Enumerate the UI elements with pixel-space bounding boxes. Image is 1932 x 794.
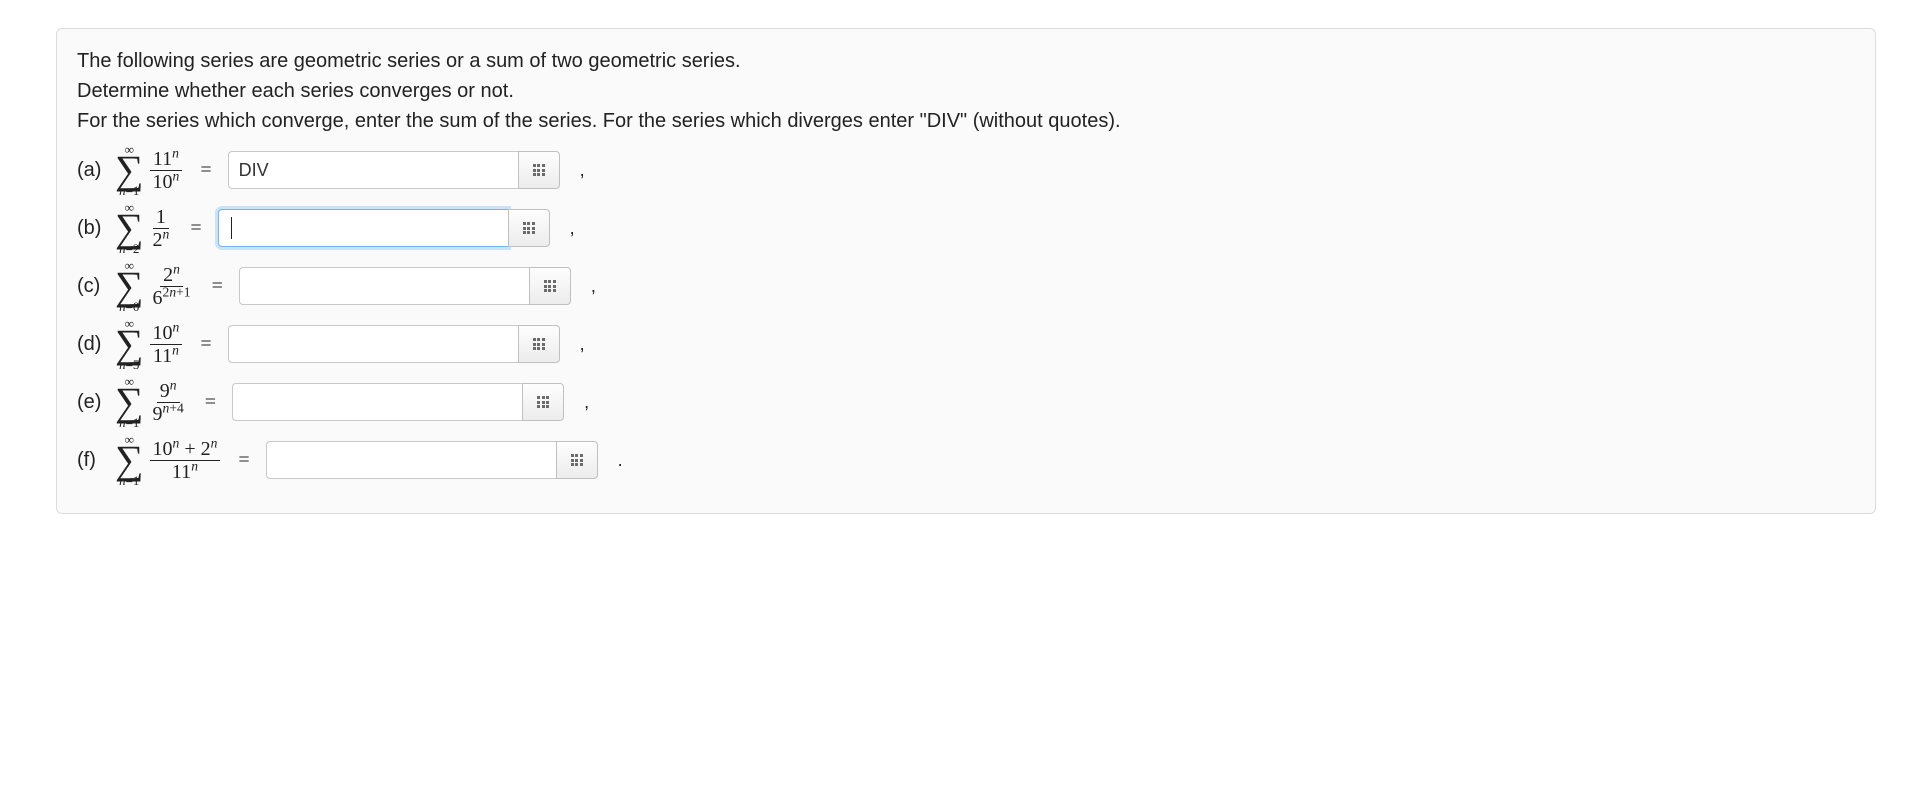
part-d-row: (d) ∞ ∑ n=5 10n 11n = [77, 317, 1855, 371]
sigma-symbol: ∑ [115, 214, 144, 242]
part-b-denominator: 2n [150, 229, 173, 251]
part-e-label: (e) [77, 391, 107, 414]
part-b-lower-bound: n=2 [119, 242, 139, 255]
sigma-symbol: ∑ [115, 388, 144, 416]
part-a-keypad-button[interactable] [518, 151, 560, 189]
question-panel: The following series are geometric serie… [56, 28, 1876, 514]
part-b-expression: ∞ ∑ n=2 1 2n [115, 201, 178, 255]
part-e-input[interactable] [232, 383, 522, 421]
part-c-denominator: 62n+1 [150, 287, 194, 309]
part-e-keypad-button[interactable] [522, 383, 564, 421]
part-c-keypad-button[interactable] [529, 267, 571, 305]
keypad-icon [533, 338, 545, 350]
part-e-expression: ∞ ∑ n=1 9n 9n+4 [115, 375, 193, 429]
sigma-symbol: ∑ [115, 272, 144, 300]
part-b-label: (b) [77, 217, 107, 240]
part-b-row: (b) ∞ ∑ n=2 1 2n = [77, 201, 1855, 255]
equals-sign: = [200, 333, 211, 356]
sigma-symbol: ∑ [115, 156, 144, 184]
intro-text: The following series are geometric serie… [77, 48, 1855, 135]
equals-sign: = [200, 159, 211, 182]
part-f-input[interactable] [266, 441, 556, 479]
part-a-trail: , [580, 160, 585, 181]
part-c-trail: , [591, 276, 596, 297]
part-f-lower-bound: n=1 [119, 474, 139, 487]
part-d-input[interactable] [228, 325, 518, 363]
part-c-label: (c) [77, 275, 107, 298]
part-b-trail: , [570, 218, 575, 239]
part-e-denominator: 9n+4 [150, 403, 187, 425]
part-c-row: (c) ∞ ∑ n=0 2n 62n+1 = [77, 259, 1855, 313]
part-f-trail: . [618, 450, 623, 471]
part-f-label: (f) [77, 449, 107, 472]
text-caret [231, 217, 232, 239]
part-f-row: (f) ∞ ∑ n=1 10n + 2n 11n = [77, 433, 1855, 487]
part-d-keypad-button[interactable] [518, 325, 560, 363]
part-c-input[interactable] [239, 267, 529, 305]
part-c-expression: ∞ ∑ n=0 2n 62n+1 [115, 259, 200, 313]
part-f-denominator: 11n [169, 461, 201, 483]
equals-sign: = [212, 275, 223, 298]
equals-sign: = [238, 449, 249, 472]
intro-line-1: The following series are geometric serie… [77, 48, 1855, 75]
equals-sign: = [205, 391, 216, 414]
equals-sign: = [190, 217, 201, 240]
part-a-denominator: 10n [150, 171, 183, 193]
keypad-icon [523, 222, 535, 234]
part-d-lower-bound: n=5 [119, 358, 139, 371]
sigma-symbol: ∑ [115, 446, 144, 474]
part-c-lower-bound: n=0 [119, 300, 139, 313]
part-d-expression: ∞ ∑ n=5 10n 11n [115, 317, 188, 371]
part-f-numerator: 10n + 2n [150, 438, 221, 461]
part-d-label: (d) [77, 333, 107, 356]
intro-line-3: For the series which converge, enter the… [77, 108, 1855, 135]
part-a-row: (a) ∞ ∑ n=1 11n 10n = [77, 143, 1855, 197]
part-a-input[interactable] [228, 151, 518, 189]
part-b-input[interactable] [218, 209, 508, 247]
keypad-icon [571, 454, 583, 466]
keypad-icon [533, 164, 545, 176]
intro-line-2: Determine whether each series converges … [77, 78, 1855, 105]
sigma-symbol: ∑ [115, 330, 144, 358]
part-e-lower-bound: n=1 [119, 416, 139, 429]
part-e-trail: , [584, 392, 589, 413]
part-a-lower-bound: n=1 [119, 184, 139, 197]
part-f-keypad-button[interactable] [556, 441, 598, 479]
part-a-expression: ∞ ∑ n=1 11n 10n [115, 143, 188, 197]
part-e-row: (e) ∞ ∑ n=1 9n 9n+4 = [77, 375, 1855, 429]
part-d-denominator: 11n [150, 345, 182, 367]
part-f-expression: ∞ ∑ n=1 10n + 2n 11n [115, 433, 226, 487]
part-b-keypad-button[interactable] [508, 209, 550, 247]
keypad-icon [537, 396, 549, 408]
part-d-trail: , [580, 334, 585, 355]
keypad-icon [544, 280, 556, 292]
part-a-label: (a) [77, 159, 107, 182]
